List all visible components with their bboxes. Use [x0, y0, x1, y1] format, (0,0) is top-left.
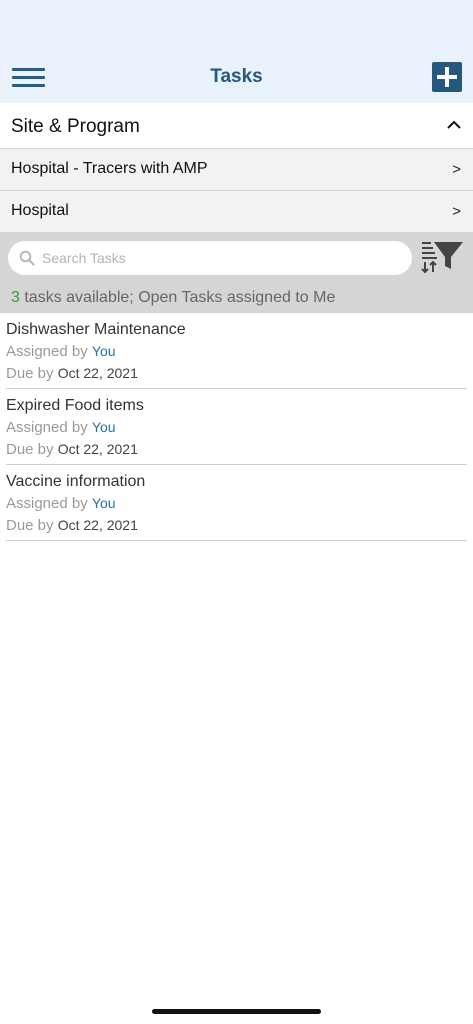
due-date: Oct 22, 2021: [57, 365, 138, 381]
tasks-summary-text: tasks available; Open Tasks assigned to …: [19, 289, 336, 306]
task-due-line: Due by Oct 22, 2021: [6, 365, 138, 382]
chevron-up-icon[interactable]: [447, 120, 461, 130]
chevron-right-icon: >: [452, 203, 461, 220]
task-item-expired-food[interactable]: Expired Food items Assigned by You Due b…: [6, 389, 467, 465]
task-item-vaccine[interactable]: Vaccine information Assigned by You Due …: [6, 465, 467, 541]
sort-filter-button[interactable]: [420, 239, 464, 275]
home-indicator: [152, 1009, 321, 1014]
site-row-hospital[interactable]: Hospital >: [0, 191, 473, 233]
search-bar-area: 3 tasks available; Open Tasks assigned t…: [0, 233, 473, 313]
site-program-header[interactable]: Site & Program: [0, 103, 473, 149]
task-due-line: Due by Oct 22, 2021: [6, 517, 138, 534]
due-label: Due by: [6, 365, 58, 382]
assigned-by-value: You: [91, 343, 116, 359]
due-date: Oct 22, 2021: [57, 517, 138, 533]
due-label: Due by: [6, 517, 58, 534]
task-name: Expired Food items: [6, 397, 144, 414]
plus-icon: [437, 67, 457, 87]
assigned-label: Assigned by: [6, 419, 92, 436]
task-name: Vaccine information: [6, 473, 146, 490]
tasks-summary: 3 tasks available; Open Tasks assigned t…: [11, 289, 335, 307]
task-assigned-line: Assigned by You: [6, 419, 116, 436]
program-row-tracers[interactable]: Hospital - Tracers with AMP >: [0, 149, 473, 191]
task-count: 3: [11, 289, 20, 306]
search-box[interactable]: [8, 241, 412, 275]
task-due-line: Due by Oct 22, 2021: [6, 441, 138, 458]
due-label: Due by: [6, 441, 58, 458]
task-assigned-line: Assigned by You: [6, 495, 116, 512]
due-date: Oct 22, 2021: [57, 441, 138, 457]
task-assigned-line: Assigned by You: [6, 343, 116, 360]
app-header: Tasks: [0, 0, 473, 103]
sort-filter-icon: [421, 242, 463, 274]
task-item-dishwasher[interactable]: Dishwasher Maintenance Assigned by You D…: [6, 313, 467, 389]
assigned-by-value: You: [91, 495, 116, 511]
add-task-button[interactable]: [432, 62, 462, 92]
task-name: Dishwasher Maintenance: [6, 321, 186, 338]
site-program-label: Site & Program: [11, 116, 140, 137]
assigned-label: Assigned by: [6, 495, 92, 512]
search-input[interactable]: [42, 246, 402, 270]
chevron-right-icon: >: [452, 161, 461, 178]
search-icon: [19, 250, 35, 266]
program-row-label: Hospital - Tracers with AMP: [11, 160, 208, 177]
assigned-by-value: You: [91, 419, 116, 435]
page-title: Tasks: [210, 66, 263, 87]
site-row-label: Hospital: [11, 202, 69, 219]
assigned-label: Assigned by: [6, 343, 92, 360]
